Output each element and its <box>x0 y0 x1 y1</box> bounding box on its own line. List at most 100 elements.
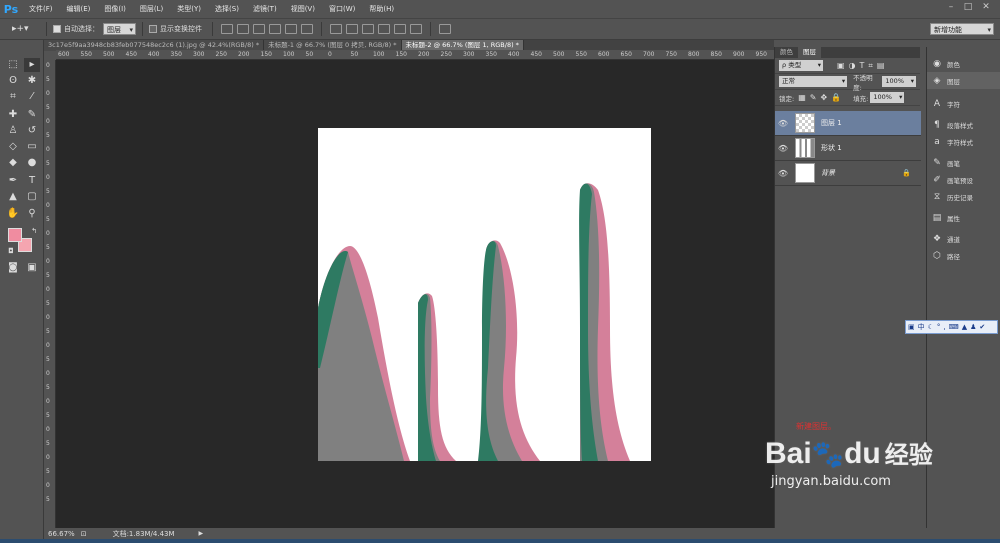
ruler-tick: 0 <box>46 174 50 181</box>
dock-character[interactable]: A 字符 <box>927 95 1000 112</box>
menu-edit[interactable]: 编辑(E) <box>60 0 98 18</box>
tab-color[interactable]: 颜色 <box>775 47 798 58</box>
menu-file[interactable]: 文件(F) <box>22 0 60 18</box>
document-canvas[interactable] <box>318 128 651 462</box>
distribute-hcenter-icon[interactable] <box>394 24 406 34</box>
color-icon: ◉ <box>933 58 941 69</box>
ime-chinese-icon[interactable]: 中 <box>918 322 925 332</box>
dock-properties[interactable]: ▤ 属性 <box>927 209 1000 226</box>
dock-paragraph-style[interactable]: ¶ 段落样式 <box>927 116 1000 133</box>
eye-icon[interactable]: 👁 <box>775 119 791 128</box>
menu-type[interactable]: 类型(Y) <box>170 0 208 18</box>
show-transform-checkbox[interactable] <box>149 25 157 33</box>
dodge-tool-icon[interactable]: ● <box>24 156 40 170</box>
distribute-top-icon[interactable] <box>330 24 342 34</box>
menu-window[interactable]: 窗口(W) <box>322 0 362 18</box>
menu-image[interactable]: 图像(I) <box>97 0 133 18</box>
dock-history[interactable]: ⧖ 历史记录 <box>927 188 1000 205</box>
align-bottom-icon[interactable] <box>253 24 265 34</box>
hand-tool-icon[interactable]: ✋ <box>5 207 21 221</box>
move-tool-icon[interactable]: ▸ <box>24 58 40 72</box>
default-colors-icon[interactable]: ◘ <box>3 244 19 258</box>
lock-icons[interactable]: ▦✎✥🔒 <box>798 93 845 102</box>
menu-filter[interactable]: 滤镜(T) <box>246 0 284 18</box>
screen-mode-icon[interactable]: ▣ <box>24 261 40 275</box>
quick-mask-icon[interactable]: ◙ <box>5 261 21 275</box>
align-top-icon[interactable] <box>221 24 233 34</box>
healing-brush-icon[interactable]: ✚ <box>5 108 21 122</box>
menu-layer[interactable]: 图层(L) <box>133 0 170 18</box>
align-vcenter-icon[interactable] <box>237 24 249 34</box>
eye-icon[interactable]: 👁 <box>775 169 791 178</box>
type-tool-icon[interactable]: T <box>24 174 40 188</box>
auto-select-checkbox[interactable] <box>53 25 61 33</box>
ime-logo-icon[interactable]: ▣ <box>908 323 915 331</box>
blend-mode-dropdown[interactable]: 正常 <box>779 76 848 87</box>
menu-help[interactable]: 帮助(H) <box>362 0 401 18</box>
dock-color[interactable]: ◉ 颜色 <box>927 55 1000 72</box>
maximize-icon[interactable]: □ <box>961 2 975 15</box>
distribute-right-icon[interactable] <box>410 24 422 34</box>
dock-character-style[interactable]: a 字符样式 <box>927 133 1000 150</box>
lasso-tool-icon[interactable]: ʘ <box>5 74 21 88</box>
dock-label: 画笔 <box>947 159 960 168</box>
workspace-dropdown[interactable]: 新增功能 <box>930 23 994 36</box>
distribute-vcenter-icon[interactable] <box>346 24 358 34</box>
dock-layers[interactable]: ◈ 图层 <box>927 72 1000 89</box>
ruler-tick: 0 <box>46 146 50 153</box>
eye-icon[interactable]: 👁 <box>775 144 791 153</box>
foreground-color-swatch[interactable] <box>8 228 22 242</box>
shape-tool-icon[interactable]: ▢ <box>24 190 40 204</box>
tab-layers[interactable]: 图层 <box>798 47 821 58</box>
auto-select-dropdown[interactable]: 图层 <box>103 23 136 36</box>
align-left-icon[interactable] <box>269 24 281 34</box>
ruler-tick: 350 <box>485 51 497 58</box>
menu-view[interactable]: 视图(V) <box>284 0 322 18</box>
blur-tool-icon[interactable]: ◆ <box>5 156 21 170</box>
zoom-tool-icon[interactable]: ⚲ <box>24 207 40 221</box>
close-icon[interactable]: ✕ <box>979 2 993 15</box>
magic-wand-icon[interactable]: ✱ <box>24 74 40 88</box>
layer-row-2[interactable]: 👁 形状 1 <box>775 136 921 161</box>
ruler-tick: 300 <box>193 51 205 58</box>
ruler-tick: 450 <box>530 51 542 58</box>
eyedropper-icon[interactable]: ⁄ <box>24 90 40 104</box>
dock-label: 通道 <box>947 235 960 244</box>
filter-row: ρ 类型 ▣◑T⌗▤ <box>775 58 920 74</box>
move-tool-preset-icon[interactable]: ▸+▾ <box>0 24 40 34</box>
layer-row-3[interactable]: 👁 背景 🔒 <box>775 161 921 186</box>
dock-brush-preset[interactable]: ✐ 画笔预设 <box>927 171 1000 188</box>
gradient-tool-icon[interactable]: ▭ <box>24 140 40 154</box>
opacity-input[interactable]: 100% <box>882 76 916 87</box>
brush-tool-icon[interactable]: ✎ <box>24 108 40 122</box>
menu-select[interactable]: 选择(S) <box>208 0 246 18</box>
ime-tools-icon[interactable]: ☾°,⌨▲♟✔ <box>928 323 989 331</box>
dock-paths[interactable]: ⬡ 路径 <box>927 247 1000 264</box>
dock-channels[interactable]: ❖ 通道 <box>927 230 1000 247</box>
fill-input[interactable]: 100% <box>870 92 905 103</box>
ruler-tick: 5 <box>46 440 50 447</box>
zoom-level[interactable]: 66.67% <box>48 530 75 538</box>
history-brush-icon[interactable]: ↺ <box>24 124 40 138</box>
eraser-tool-icon[interactable]: ◇ <box>5 140 21 154</box>
marquee-tool-icon[interactable]: ⬚ <box>5 58 21 72</box>
ruler-tick: 5 <box>46 468 50 475</box>
minimize-icon[interactable]: – <box>944 2 958 15</box>
align-hcenter-icon[interactable] <box>285 24 297 34</box>
pen-tool-icon[interactable]: ✒ <box>5 174 21 188</box>
layer-filter-dropdown[interactable]: ρ 类型 <box>779 60 823 71</box>
ime-toolbar[interactable]: ▣ 中 ☾°,⌨▲♟✔ <box>905 320 998 334</box>
path-select-icon[interactable]: ▲ <box>5 190 21 204</box>
filter-icons[interactable]: ▣◑T⌗▤ <box>837 61 889 71</box>
crop-tool-icon[interactable]: ⌗ <box>5 90 21 104</box>
layer-row-1[interactable]: 👁 图层 1 <box>775 111 921 136</box>
clone-stamp-icon[interactable]: ♙ <box>5 124 21 138</box>
status-menu-icon[interactable]: ▶ <box>199 530 204 537</box>
distribute-bottom-icon[interactable] <box>362 24 374 34</box>
distribute-left-icon[interactable] <box>378 24 390 34</box>
align-right-icon[interactable] <box>301 24 313 34</box>
swap-colors-icon[interactable]: ↰ <box>26 224 42 238</box>
ruler-tick: 150 <box>260 51 272 58</box>
dock-brush[interactable]: ✎ 画笔 <box>927 154 1000 171</box>
auto-align-icon[interactable] <box>439 24 451 34</box>
